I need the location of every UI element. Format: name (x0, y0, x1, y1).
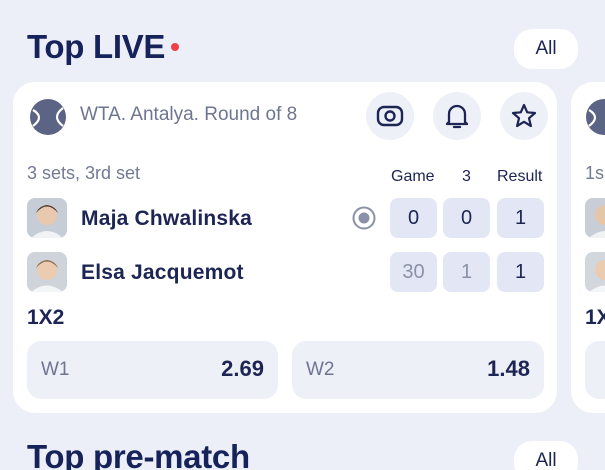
column-header-set3: 3 (462, 168, 471, 185)
top-prematch-title: Top pre-match (27, 438, 250, 470)
league-name: WTA. Antalya. Round of 8 (80, 104, 298, 125)
odd-value: 2.69 (221, 356, 264, 381)
player-name: Maja Chwalinska (81, 207, 253, 230)
column-header-game: Game (391, 168, 435, 185)
tennis-ball-icon (586, 99, 605, 135)
score-result: 1 (497, 252, 544, 292)
top-prematch-all-button[interactable]: All (514, 441, 578, 470)
sets-info: 3 sets, 3rd set (27, 163, 141, 183)
favorite-button[interactable] (500, 92, 548, 140)
player-avatar (585, 198, 605, 238)
score-set3: 1 (443, 252, 490, 292)
odd-button-w1[interactable]: W1 2.69 (27, 341, 278, 399)
sets-info: 1s (585, 163, 605, 183)
odd-button-w2[interactable]: W2 1.48 (292, 341, 544, 399)
tennis-ball-icon (30, 99, 66, 135)
score-game: 30 (390, 252, 437, 292)
top-live-all-button[interactable]: All (514, 29, 578, 69)
player-avatar (27, 252, 67, 292)
top-live-title: Top LIVE (27, 28, 166, 65)
star-icon (511, 103, 537, 128)
player-avatar (27, 198, 67, 238)
bell-icon (445, 104, 469, 129)
odd-value: 1.48 (487, 356, 530, 381)
score-game: 0 (390, 198, 437, 238)
column-header-result: Result (497, 168, 543, 185)
live-indicator-dot (171, 43, 179, 51)
score-result: 1 (497, 198, 544, 238)
stream-icon (376, 105, 404, 127)
notification-button[interactable] (433, 92, 481, 140)
stream-button[interactable] (366, 92, 414, 140)
next-match-card[interactable]: 1s 1X (571, 82, 605, 413)
odd-label: W2 (306, 359, 335, 380)
score-set3: 0 (443, 198, 490, 238)
player-name: Elsa Jacquemot (81, 261, 244, 284)
odd-button[interactable] (585, 341, 605, 399)
market-title: 1X (585, 306, 605, 329)
live-match-card[interactable]: WTA. Antalya. Round of 8 3 sets, 3rd set… (13, 82, 557, 413)
player-avatar (585, 252, 605, 292)
serve-indicator-icon (352, 206, 376, 230)
odd-label: W1 (41, 359, 70, 380)
market-title: 1X2 (27, 306, 65, 329)
